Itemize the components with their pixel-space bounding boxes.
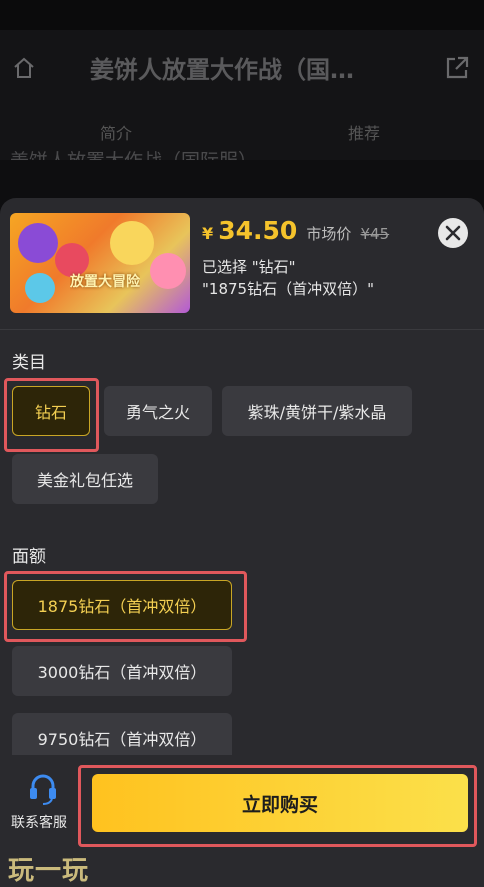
page: 姜饼人放置大作战（国… 简介 推荐 姜饼人放置大作战（国际服） 放置大冒险 ¥ … (0, 0, 484, 887)
buy-now-button[interactable]: 立即购买 (92, 774, 468, 832)
home-icon[interactable] (12, 56, 36, 80)
market-price: ¥45 (360, 225, 390, 243)
market-price-label: 市场价 (306, 225, 352, 243)
category-option-purple-pearl[interactable]: 紫珠/黄饼干/紫水晶 (222, 386, 412, 436)
image-character-5 (25, 273, 55, 303)
price-row: ¥ 34.50 市场价 ¥45 (202, 216, 389, 248)
highlight-box-denomination (4, 571, 247, 642)
highlight-box-category (4, 378, 99, 452)
denomination-option-3000[interactable]: 3000钻石（首冲双倍） (12, 646, 232, 696)
category-option-usd-pack[interactable]: 美金礼包任选 (12, 454, 158, 504)
denomination-label: 面额 (12, 547, 46, 567)
divider (0, 329, 484, 330)
game-logo: 放置大冒险 (70, 274, 140, 290)
page-title: 姜饼人放置大作战（国… (90, 56, 354, 84)
product-image: 放置大冒险 (10, 213, 190, 313)
status-bar (0, 0, 484, 30)
price-currency: ¥ (202, 224, 214, 243)
category-option-courage-fire[interactable]: 勇气之火 (104, 386, 212, 436)
image-character-4 (150, 253, 186, 289)
close-icon (445, 225, 461, 241)
tab-intro[interactable]: 简介 (100, 120, 132, 144)
backdrop[interactable] (0, 160, 484, 200)
image-character-3 (110, 221, 154, 265)
category-label: 类目 (12, 353, 46, 373)
share-icon[interactable] (444, 55, 470, 81)
price-value: 34.50 (218, 216, 298, 245)
tab-recommend[interactable]: 推荐 (348, 120, 380, 144)
support-label[interactable]: 联系客服 (11, 812, 67, 832)
watermark-logo: 玩一玩 (8, 856, 90, 886)
close-button[interactable] (438, 218, 468, 248)
selected-category-text: 已选择 "钻石" (202, 258, 296, 276)
image-character-1 (18, 223, 58, 263)
headset-icon[interactable] (28, 772, 58, 806)
selected-denomination-text: "1875钻石（首冲双倍）" (202, 280, 374, 298)
